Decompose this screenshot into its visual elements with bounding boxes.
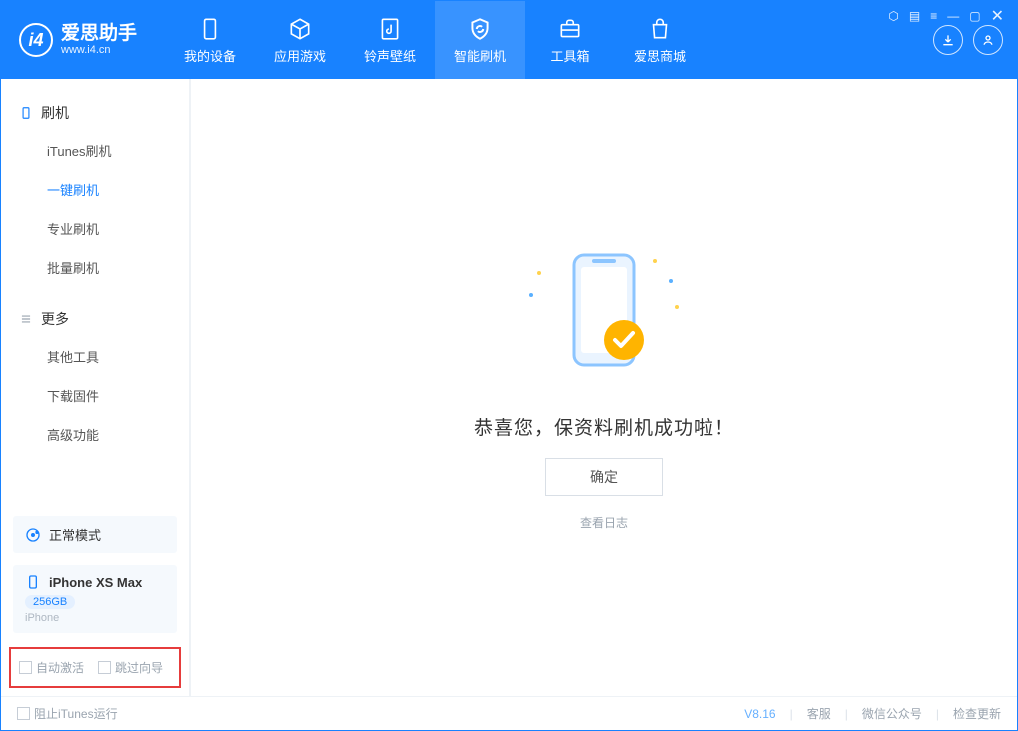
user-button[interactable] — [973, 25, 1003, 55]
download-button[interactable] — [933, 25, 963, 55]
tab-toolbox[interactable]: 工具箱 — [525, 1, 615, 79]
sidebar-header-more: 更多 — [1, 301, 189, 337]
mode-icon — [25, 527, 41, 543]
tab-my-device[interactable]: 我的设备 — [165, 1, 255, 79]
app-logo: i4 爱思助手 www.i4.cn — [19, 23, 137, 57]
close-button[interactable]: ✕ — [991, 6, 1004, 26]
checkbox-label: 自动激活 — [36, 661, 84, 675]
checkbox-block-itunes[interactable]: 阻止iTunes运行 — [17, 705, 118, 722]
options-highlight-box: 自动激活 跳过向导 — [9, 647, 181, 688]
list-icon — [19, 312, 33, 326]
minimize-button[interactable]: — — [947, 9, 959, 23]
support-link[interactable]: 客服 — [807, 705, 831, 722]
bag-icon — [647, 16, 673, 42]
tab-label: 我的设备 — [184, 46, 236, 65]
check-update-link[interactable]: 检查更新 — [953, 705, 1001, 722]
device-info-card[interactable]: iPhone XS Max 256GB iPhone — [13, 565, 177, 633]
checkbox-skip-guide[interactable]: 跳过向导 — [98, 659, 163, 676]
tab-label: 工具箱 — [551, 46, 590, 65]
checkbox-auto-activate[interactable]: 自动激活 — [19, 659, 84, 676]
phone-icon — [197, 16, 223, 42]
logo-icon: i4 — [19, 23, 53, 57]
main-tabs: 我的设备 应用游戏 铃声壁纸 智能刷机 工具箱 爱思商城 — [165, 1, 705, 79]
main-content: 恭喜您，保资料刷机成功啦！ 确定 查看日志 — [191, 79, 1017, 696]
device-capacity: 256GB — [25, 595, 75, 609]
app-site: www.i4.cn — [61, 44, 137, 56]
phone-success-icon — [529, 245, 679, 395]
device-name: iPhone XS Max — [49, 575, 142, 590]
sidebar-item-batch[interactable]: 批量刷机 — [1, 248, 189, 287]
checkbox-icon — [98, 661, 111, 674]
status-bar: 阻止iTunes运行 V8.16 | 客服 | 微信公众号 | 检查更新 — [1, 696, 1017, 730]
device-icon — [19, 106, 33, 120]
app-header: i4 爱思助手 www.i4.cn 我的设备 应用游戏 铃声壁纸 智能刷机 工具… — [1, 1, 1017, 79]
checkbox-label: 阻止iTunes运行 — [34, 707, 118, 721]
sidebar-item-itunes[interactable]: iTunes刷机 — [1, 131, 189, 170]
header-right — [933, 25, 1003, 55]
sidebar-header-flash: 刷机 — [1, 95, 189, 131]
briefcase-icon — [557, 16, 583, 42]
music-file-icon — [377, 16, 403, 42]
device-type: iPhone — [25, 612, 59, 624]
sidebar-item-other[interactable]: 其他工具 — [1, 337, 189, 376]
device-mode-label: 正常模式 — [49, 525, 101, 544]
wechat-link[interactable]: 微信公众号 — [862, 705, 922, 722]
tab-label: 应用游戏 — [274, 46, 326, 65]
notepad-icon[interactable]: ▤ — [909, 9, 920, 23]
checkbox-icon — [19, 661, 32, 674]
window-controls: ⬡ ▤ ≡ — ▢ ✕ — [888, 6, 1004, 26]
app-name: 爱思助手 — [61, 24, 137, 43]
phone-small-icon — [25, 574, 41, 590]
menu-icon[interactable]: ≡ — [930, 9, 937, 23]
device-mode-card[interactable]: 正常模式 — [13, 516, 177, 553]
view-log-link[interactable]: 查看日志 — [580, 514, 628, 531]
cube-icon — [287, 16, 313, 42]
maximize-button[interactable]: ▢ — [969, 9, 980, 23]
sidebar-item-advanced[interactable]: 高级功能 — [1, 415, 189, 454]
sidebar: 刷机 iTunes刷机 一键刷机 专业刷机 批量刷机 更多 其他工具 下载固件 … — [1, 79, 191, 696]
success-message: 恭喜您，保资料刷机成功啦！ — [474, 413, 734, 440]
tab-store[interactable]: 爱思商城 — [615, 1, 705, 79]
download-icon — [940, 32, 956, 48]
checkbox-label: 跳过向导 — [115, 661, 163, 675]
sidebar-item-firmware[interactable]: 下载固件 — [1, 376, 189, 415]
user-icon — [980, 32, 996, 48]
sidebar-list: 刷机 iTunes刷机 一键刷机 专业刷机 批量刷机 更多 其他工具 下载固件 … — [1, 79, 189, 510]
sidebar-item-oneclick[interactable]: 一键刷机 — [1, 170, 189, 209]
tab-flash[interactable]: 智能刷机 — [435, 1, 525, 79]
tshirt-icon[interactable]: ⬡ — [888, 9, 898, 23]
shield-refresh-icon — [467, 16, 493, 42]
checkbox-icon — [17, 707, 30, 720]
tab-label: 爱思商城 — [634, 46, 686, 65]
tab-media[interactable]: 铃声壁纸 — [345, 1, 435, 79]
app-body: 刷机 iTunes刷机 一键刷机 专业刷机 批量刷机 更多 其他工具 下载固件 … — [1, 79, 1017, 696]
sidebar-header-label: 更多 — [41, 309, 69, 329]
tab-label: 智能刷机 — [454, 46, 506, 65]
sidebar-header-label: 刷机 — [41, 103, 69, 123]
success-illustration — [529, 245, 679, 395]
version-label: V8.16 — [744, 707, 775, 721]
tab-apps[interactable]: 应用游戏 — [255, 1, 345, 79]
ok-button[interactable]: 确定 — [545, 458, 663, 496]
tab-label: 铃声壁纸 — [364, 46, 416, 65]
sidebar-item-pro[interactable]: 专业刷机 — [1, 209, 189, 248]
